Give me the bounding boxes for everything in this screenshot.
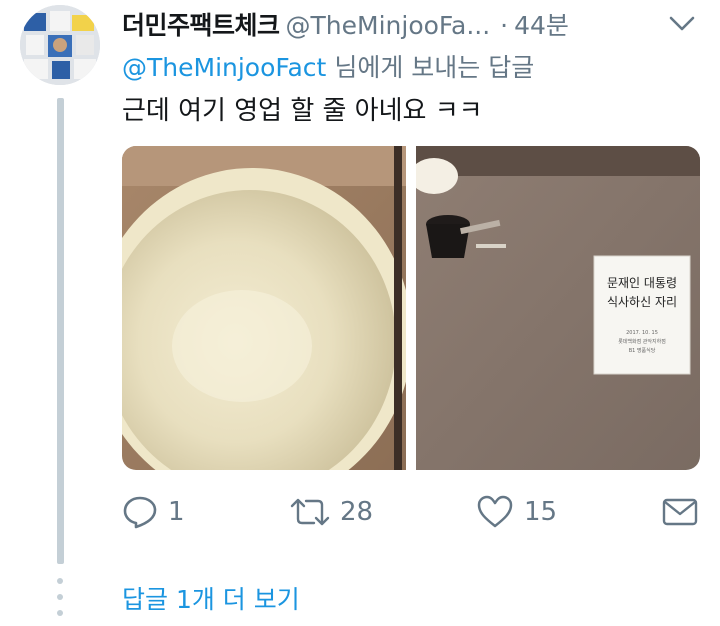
avatar[interactable] [20, 5, 100, 85]
envelope-icon [662, 498, 698, 526]
show-more-replies-link[interactable]: 답글 1개 더 보기 [122, 580, 300, 616]
chevron-down-icon[interactable] [668, 14, 696, 34]
sign-small-3: B1 명품식당 [629, 347, 656, 354]
table-sign-photo: 문재인 대통령 식사하신 자리 2017. 10. 15 롯데백화점 관악지하점… [416, 146, 700, 470]
separator-dot: · [500, 11, 509, 40]
dm-action[interactable] [662, 490, 708, 534]
like-count: 15 [524, 497, 558, 527]
replying-to: @TheMinjooFact 님에게 보내는 답글 [122, 48, 534, 84]
tweet-text: 근데 여기 영업 할 줄 아네요 ㅋㅋ [122, 96, 483, 126]
sign-small-1: 2017. 10. 15 [626, 330, 658, 336]
retweet-icon [290, 498, 330, 526]
reply-mention-link[interactable]: @TheMinjooFact [122, 53, 326, 82]
display-name[interactable]: 더민주팩트체크 [122, 11, 280, 40]
reply-count: 1 [168, 497, 185, 527]
heart-icon [477, 495, 513, 528]
sign-small-2: 롯데백화점 관악지하점 [618, 338, 666, 345]
bowl-photo [122, 146, 406, 470]
media-photo-right[interactable]: 문재인 대통령 식사하신 자리 2017. 10. 15 롯데백화점 관악지하점… [416, 146, 700, 470]
sign-line-1: 문재인 대통령 [607, 276, 677, 290]
thread-line [57, 98, 64, 564]
retweet-action[interactable]: 28 [290, 490, 373, 534]
sign-line-2: 식사하신 자리 [607, 295, 677, 309]
reply-icon [123, 496, 157, 529]
user-handle[interactable]: @TheMinjooFa... [286, 11, 491, 40]
media-photo-left[interactable] [122, 146, 406, 470]
like-action[interactable]: 15 [476, 490, 557, 534]
retweet-count: 28 [340, 497, 374, 527]
avatar-image [20, 5, 100, 85]
timestamp[interactable]: 44분 [514, 11, 569, 40]
reply-action[interactable]: 1 [122, 490, 185, 534]
thread-dots [57, 578, 64, 626]
tweet-header: 더민주팩트체크 @TheMinjooFa... · 44분 [122, 6, 702, 40]
replying-label: 님에게 보내는 답글 [334, 53, 535, 82]
